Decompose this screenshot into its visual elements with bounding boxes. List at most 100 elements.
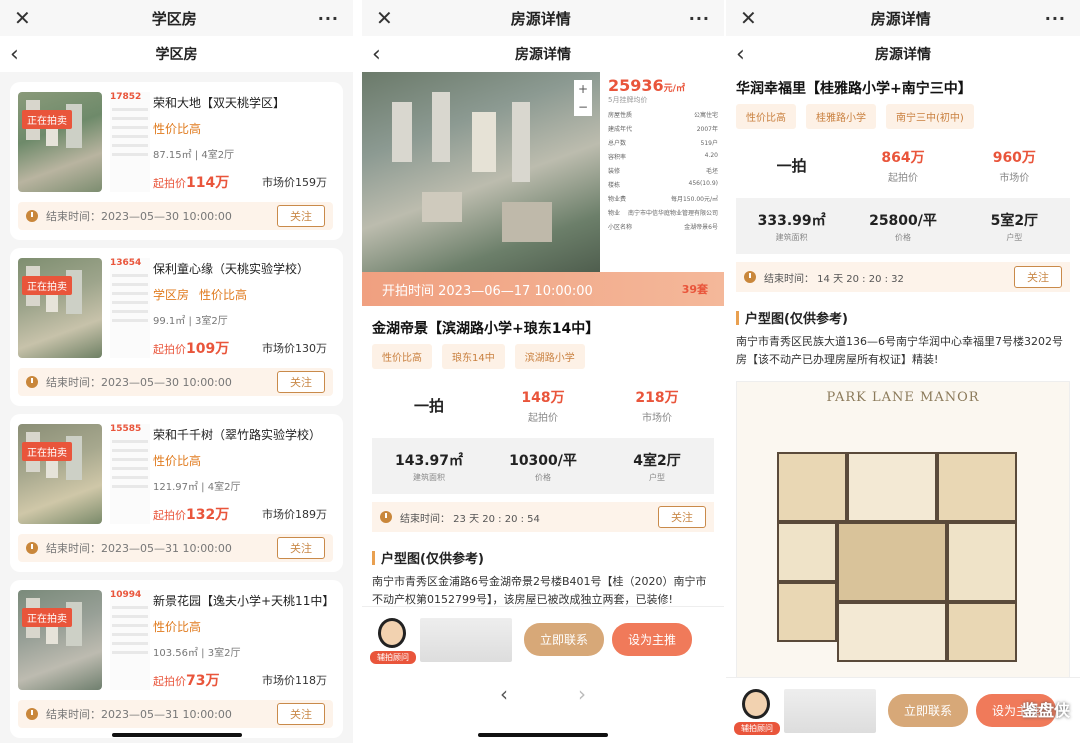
listing-end-bar: 结束时间：2023—05—30 10:00:00 关注 xyxy=(18,202,333,230)
end-time: 结束时间：2023—05—31 10:00:00 xyxy=(46,542,232,555)
more-icon[interactable]: ··· xyxy=(689,9,710,28)
advisor-avatar[interactable]: 辅拍顾问 xyxy=(370,616,416,664)
listing-tag: 性价比高 xyxy=(199,288,248,302)
listing-doc-preview: 15585 xyxy=(110,424,150,524)
property-description: 南宁市青秀区民族大道136—6号南宁华润中心幸福里7号楼3202号房【该不动产已… xyxy=(736,335,1063,366)
set-featured-button[interactable]: 设为主推 xyxy=(612,623,693,656)
property-tag: 桂雅路小学 xyxy=(806,104,876,129)
listing-end-bar: 结束时间：2023—05—31 10:00:00 关注 xyxy=(18,700,333,728)
page-title: 房源详情 xyxy=(515,47,571,63)
listing-card[interactable]: 正在拍卖 10994 新景花园【逸夫小学+天桃11中】 性价比高 103.56㎡… xyxy=(10,580,343,738)
listing-end-bar: 结束时间：2023—05—30 10:00:00 关注 xyxy=(18,368,333,396)
listing-market-price: 市场价118万 xyxy=(262,674,327,687)
watermark-text: 鉴盘侠 xyxy=(1021,701,1070,720)
start-price-label: 起拍价 xyxy=(528,413,558,424)
listing-tags: 性价比高 xyxy=(153,452,211,469)
clock-icon xyxy=(26,542,38,554)
screen-listing-detail-huarun: ✕ 房源详情 ··· ‹ 房源详情 华润幸福里【桂雅路小学+南宁三中】 性价比高… xyxy=(726,0,1080,743)
nav-bar: ‹ 房源详情 xyxy=(362,36,724,72)
unit-price-value: 10300/平 xyxy=(509,452,577,469)
follow-button[interactable]: 关注 xyxy=(277,537,325,559)
action-bar: 辅拍顾问 立即联系 设为主推 xyxy=(362,606,724,672)
listing-tags: 学区房 性价比高 xyxy=(153,286,257,303)
top-bar: ✕ 房源详情 ··· xyxy=(362,0,724,36)
property-title: 华润幸福里【桂雅路小学+南宁三中】 xyxy=(736,81,972,97)
area-value: 143.97㎡ xyxy=(394,452,464,469)
property-tag: 滨湖路小学 xyxy=(514,344,585,369)
listing-photo: 正在拍卖 xyxy=(18,258,102,358)
listing-doc-preview: 13654 xyxy=(110,258,150,358)
back-icon[interactable]: ‹ xyxy=(736,42,745,67)
auction-badge: 正在拍卖 xyxy=(22,608,72,627)
aerial-photo[interactable]: + − xyxy=(362,72,600,272)
start-price-label: 起拍价 xyxy=(153,343,186,356)
listing-area: 99.1㎡ xyxy=(153,316,186,327)
listing-card[interactable]: 正在拍卖 17852 荣和大地【双天桃学区】 性价比高 87.15㎡ | 4室2… xyxy=(10,82,343,240)
property-tag: 琅东14中 xyxy=(442,344,505,369)
listing-title: 荣和千千树（翠竹路实验学校） xyxy=(153,428,322,442)
follow-button[interactable]: 关注 xyxy=(277,371,325,393)
window-title: 学区房 xyxy=(151,9,197,28)
home-indicator xyxy=(111,733,242,737)
follow-button[interactable]: 关注 xyxy=(658,506,706,528)
back-icon[interactable]: ‹ xyxy=(372,42,381,67)
next-icon[interactable]: › xyxy=(578,682,586,706)
listing-doc-preview: 10994 xyxy=(110,590,150,690)
floor-plan-image[interactable]: PARK LANE MANOR xyxy=(736,381,1070,691)
top-bar: ✕ 房源详情 ··· xyxy=(726,0,1080,36)
countdown-bar: 结束时间： 23 天 20 : 20 : 54 关注 xyxy=(372,502,714,532)
market-price-label: 市场价 xyxy=(999,173,1030,184)
follow-button[interactable]: 关注 xyxy=(277,205,325,227)
listing-card[interactable]: 正在拍卖 13654 保利童心缘（天桃实验学校） 学区房 性价比高 99.1㎡ |… xyxy=(10,248,343,406)
layout-label: 户型 xyxy=(1006,232,1023,242)
countdown-bar: 结束时间： 14 天 20 : 20 : 32 关注 xyxy=(736,262,1070,292)
listing-area: 103.56㎡ xyxy=(153,648,198,659)
unit-price-label: 价格 xyxy=(894,232,911,242)
layout-label: 户型 xyxy=(649,472,665,482)
zoom-out-icon[interactable]: − xyxy=(574,98,592,116)
listing-market-price: 市场价189万 xyxy=(262,508,327,521)
screen-listing-detail-jinhu: ✕ 房源详情 ··· ‹ 房源详情 + − 25936元/㎡ 5月挂牌均价 房屋性… xyxy=(362,0,724,743)
start-price-value: 73万 xyxy=(186,673,220,689)
end-time: 结束时间：2023—05—31 10:00:00 xyxy=(46,708,232,721)
prev-icon[interactable]: ‹ xyxy=(500,682,508,706)
advisor-avatar[interactable]: 辅拍顾问 xyxy=(734,687,780,735)
listing-start-price: 起拍价109万 xyxy=(153,338,229,358)
end-time: 结束时间：2023—05—30 10:00:00 xyxy=(46,376,232,389)
close-icon[interactable]: ✕ xyxy=(740,6,757,30)
listing-card[interactable]: 正在拍卖 15585 荣和千千树（翠竹路实验学校） 性价比高 121.97㎡ |… xyxy=(10,414,343,572)
follow-button[interactable]: 关注 xyxy=(277,703,325,725)
listing-doc-preview: 17852 xyxy=(110,92,150,192)
follow-button[interactable]: 关注 xyxy=(1014,266,1062,288)
auction-round: 一拍 xyxy=(776,157,807,175)
listing-area: 87.15㎡ xyxy=(153,150,192,161)
zoom-in-icon[interactable]: + xyxy=(574,80,592,98)
floor-plan-brand: PARK LANE MANOR xyxy=(826,390,980,405)
close-icon[interactable]: ✕ xyxy=(14,6,31,30)
close-icon[interactable]: ✕ xyxy=(376,6,393,30)
listing-layout: 3室2厅 xyxy=(207,648,241,659)
listing-layout: 3室2厅 xyxy=(195,316,228,327)
listing-start-price: 起拍价73万 xyxy=(153,670,219,690)
back-icon[interactable]: ‹ xyxy=(10,42,19,67)
market-price-value: 960万 xyxy=(992,150,1036,166)
property-tags: 性价比高 桂雅路小学 南宁三中(初中) xyxy=(726,104,1080,129)
zoom-control[interactable]: + − xyxy=(574,80,592,116)
more-icon[interactable]: ··· xyxy=(1045,9,1066,28)
home-indicator xyxy=(478,733,608,737)
listing-list: 正在拍卖 17852 荣和大地【双天桃学区】 性价比高 87.15㎡ | 4室2… xyxy=(0,72,353,743)
listing-tags: 性价比高 xyxy=(153,618,211,635)
clock-icon xyxy=(26,210,38,222)
unit-price-value: 25800/平 xyxy=(869,212,937,229)
start-price-label: 起拍价 xyxy=(887,173,918,184)
screen-school-district-list: ✕ 学区房 ··· ‹ 学区房 正在拍卖 17852 荣和大地【双天桃学区】 性… xyxy=(0,0,353,743)
auction-start-banner: 开拍时间 2023—06—17 10:00:00 39套 xyxy=(362,272,724,306)
contact-now-button[interactable]: 立即联系 xyxy=(524,623,605,656)
auction-badge: 正在拍卖 xyxy=(22,110,72,129)
clock-icon xyxy=(26,376,38,388)
more-icon[interactable]: ··· xyxy=(318,9,339,28)
start-price-value: 148万 xyxy=(521,390,565,406)
contact-now-button[interactable]: 立即联系 xyxy=(888,694,969,727)
clock-icon xyxy=(744,271,756,283)
start-price-label: 起拍价 xyxy=(153,177,186,190)
